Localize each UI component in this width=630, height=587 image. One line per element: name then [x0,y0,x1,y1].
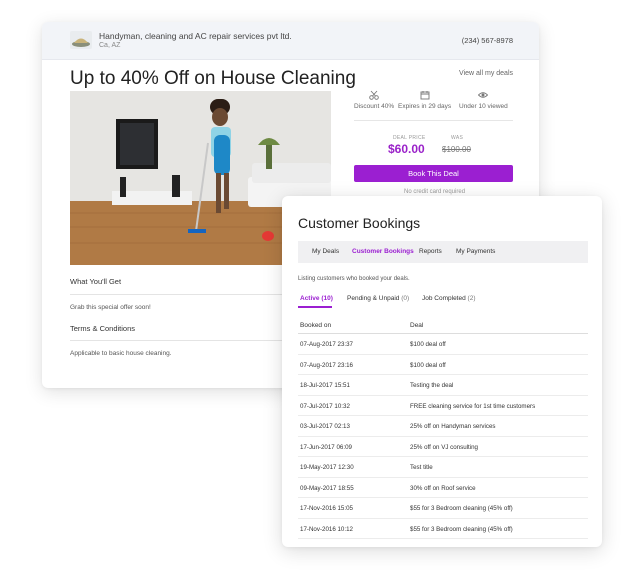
deal-cell: Testing the deal [410,382,454,389]
deal-cell: Test title [410,464,433,471]
terms-heading: Terms & Conditions [70,324,136,333]
deal-cell: 25% off on Handyman services [410,423,496,430]
booked-on-cell: 17-Jun-2017 06:09 [300,443,352,451]
booked-on-cell: 07-Aug-2017 23:37 [300,341,353,348]
table-row[interactable]: 18-Jul-2017 15:51 Testing the deal [298,375,588,396]
viewed-text: Under 10 viewed [459,103,508,110]
customer-bookings-card: Customer Bookings My Deals Customer Book… [282,196,602,547]
tab-job-completed[interactable]: Job Completed (2) [422,295,476,302]
booked-on-cell: 17-Nov-2016 10:12 [300,525,353,533]
deal-title: Up to 40% Off on House Cleaning [70,68,356,89]
scissors-icon [369,90,379,100]
no-credit-note: No credit card required [404,189,466,195]
expires-meta: Expires in 29 days [398,90,451,110]
business-phone[interactable]: (234) 567-8978 [462,36,513,45]
business-name: Handyman, cleaning and AC repair service… [99,31,292,41]
deal-cell: 30% off on Roof service [410,484,476,492]
table-row[interactable]: 19-May-2017 12:30 Test title [298,457,588,478]
tab-count: (0) [401,295,410,302]
nav-reports[interactable]: Reports [419,248,442,255]
table-row[interactable]: 03-Jul-2017 02:13 25% off on Handyman ser… [298,416,588,437]
expires-text: Expires in 29 days [398,103,452,110]
divider [354,120,513,121]
nav-my-payments[interactable]: My Payments [456,248,495,255]
table-row[interactable]: 07-Aug-2017 23:37 $100 deal off [298,334,588,355]
booked-on-cell: 03-Jul-2017 02:13 [300,423,350,430]
column-header-booked-on: Booked on [300,322,332,329]
table-row[interactable]: 09-May-2017 18:55 30% off on Roof service [298,478,588,498]
active-tab-indicator [298,306,332,308]
booked-on-cell: 09-May-2017 18:55 [300,484,354,492]
deal-cell: $100 deal off [410,361,446,369]
was-price: $100.00 [442,145,471,154]
bookings-title: Customer Bookings [298,215,421,231]
tab-label: Job Completed [422,295,466,302]
bookings-nav: My Deals Customer Bookings Reports My Pa… [298,241,588,263]
table-row[interactable]: 07-Aug-2017 23:16 $100 deal off [298,355,588,375]
view-all-deals-link[interactable]: View all my deals [459,70,513,77]
table-row[interactable]: 17-Nov-2016 15:05 $55 for 3 Bedroom clean… [298,498,588,519]
deal-header: Handyman, cleaning and AC repair service… [42,22,539,60]
bookings-subtitle: Listing customers who booked your deals. [298,276,410,282]
was-price-label: WAS [451,135,464,141]
deal-cell: $100 deal off [410,341,446,348]
tab-pending-unpaid[interactable]: Pending & Unpaid (0) [347,295,409,302]
viewed-meta: Under 10 viewed [459,90,508,110]
book-deal-button[interactable]: Book This Deal [354,165,513,182]
tab-count: (10) [321,295,333,302]
terms-text: Applicable to basic house cleaning. [70,350,172,357]
discount-text: Discount 40% [354,103,395,110]
booked-on-cell: 19-May-2017 12:30 [300,464,354,471]
table-row[interactable]: 07-Jul-2017 10:32 FREE cleaning service f… [298,396,588,416]
nav-customer-bookings[interactable]: Customer Bookings [352,248,414,255]
business-logo [70,31,92,49]
eye-icon [478,92,489,98]
calendar-icon [420,91,430,100]
deal-cell: FREE cleaning service for 1st time custo… [410,402,536,410]
deal-price-label: DEAL PRICE [393,135,426,141]
booked-on-cell: 07-Aug-2017 23:16 [300,361,353,369]
tab-label: Active [300,295,320,302]
booked-on-cell: 18-Jul-2017 15:51 [300,382,350,389]
tab-label: Pending & Unpaid [347,295,400,302]
tab-count: (2) [467,295,476,302]
bookings-table: Booked on Deal 07-Aug-2017 23:37 $100 dea… [298,318,588,539]
deal-price: $60.00 [388,142,425,156]
discount-meta: Discount 40% [354,90,394,110]
booked-on-cell: 17-Nov-2016 15:05 [300,505,353,512]
table-row[interactable]: 17-Nov-2016 10:12 $55 for 3 Bedroom clean… [298,519,588,539]
deal-meta: Discount 40% Expires in 29 days Under 10… [354,90,514,114]
table-header: Booked on Deal [298,318,588,334]
business-location: Ca, AZ [99,42,121,49]
what-you-get-heading: What You'll Get [70,277,122,286]
deal-cell: $55 for 3 Bedroom cleaning (45% off) [410,525,513,533]
tab-active[interactable]: Active (10) [300,295,333,302]
deal-cell: 25% off on VJ consulting [410,443,478,451]
nav-my-deals[interactable]: My Deals [312,248,339,255]
what-you-get-text: Grab this special offer soon! [70,304,151,311]
table-row[interactable]: 17-Jun-2017 06:09 25% off on VJ consultin… [298,437,588,457]
column-header-deal: Deal [410,322,424,329]
deal-cell: $55 for 3 Bedroom cleaning (45% off) [410,505,513,512]
booked-on-cell: 07-Jul-2017 10:32 [300,402,350,410]
